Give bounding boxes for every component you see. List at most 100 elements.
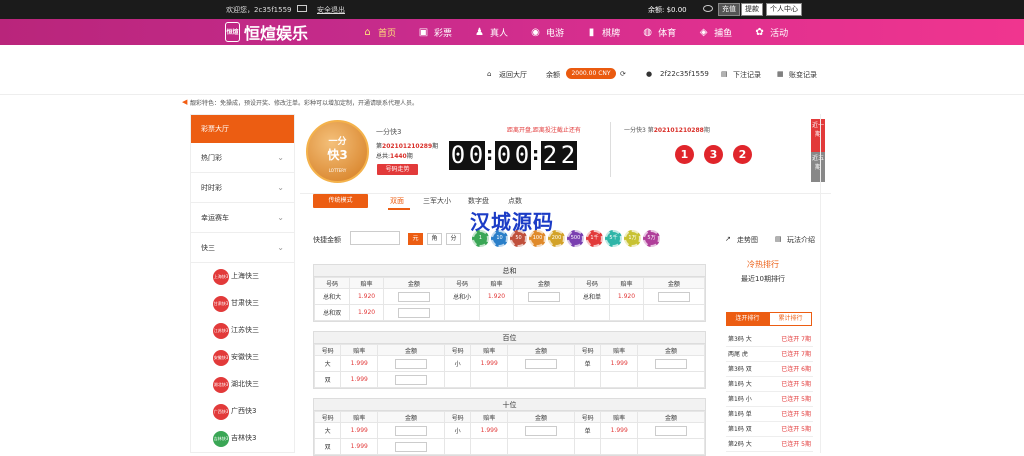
sidebar-sub-item[interactable]: 吉林快3 吉林快3 — [191, 425, 294, 452]
lottery-badge-icon: 安徽快3 — [213, 350, 229, 366]
ranking-streak: 已连开 7期 — [781, 351, 811, 358]
empty-cell — [512, 304, 575, 321]
trend-chart-icon[interactable]: ↗ — [725, 235, 731, 243]
traditional-mode-button[interactable]: 传统模式 — [313, 194, 368, 208]
bet-amount-cell — [637, 422, 705, 439]
mail-icon[interactable] — [297, 5, 307, 12]
brand-logo[interactable]: 恒煊 恒煊娱乐 — [225, 21, 308, 43]
bet-amount-input[interactable] — [655, 358, 688, 369]
nav-item-3[interactable]: ◉ 电游 — [530, 19, 564, 45]
bet-amount-input[interactable] — [525, 358, 558, 369]
column-header: 赔率 — [600, 411, 639, 423]
bet-amount-input[interactable] — [525, 425, 558, 436]
bet-records-link[interactable]: 下注记录 — [733, 70, 761, 80]
ball-icon: ◍ — [643, 26, 652, 38]
sidebar-category[interactable]: 快三 ⌄ — [191, 233, 294, 263]
nav-item-1[interactable]: ▣ 彩票 — [418, 19, 452, 45]
rules-link[interactable]: 玩法介绍 — [787, 235, 815, 245]
nav-item-5[interactable]: ◍ 体育 — [642, 19, 676, 45]
balance-amount: 2000.00 CNY — [566, 68, 616, 79]
bet-chip[interactable]: 5千 — [605, 230, 622, 247]
bet-amount-input[interactable] — [395, 425, 428, 436]
nav-item-0[interactable]: ⌂ 首页 — [362, 19, 396, 45]
bet-amount-input[interactable] — [397, 291, 430, 302]
ranking-row: 第1码 双 已连开 5期 — [726, 422, 813, 437]
sidebar-sub-item[interactable]: 甘肃快3 甘肃快三 — [191, 290, 294, 317]
refresh-icon[interactable]: ⟳ — [620, 70, 626, 78]
countdown-colon: : — [486, 144, 494, 165]
bet-amount-input[interactable] — [527, 291, 560, 302]
nav-item-2[interactable]: ♟ 真人 — [474, 19, 508, 45]
account-icon: ▦ — [777, 70, 784, 78]
number-trend-button[interactable]: 号码走势 — [377, 164, 418, 175]
bet-chip[interactable]: 500 — [567, 230, 584, 247]
ranking-tab[interactable]: 连开排行 — [726, 312, 769, 326]
bet-amount-input[interactable] — [657, 291, 690, 302]
gamepad-icon: ◉ — [531, 26, 540, 38]
bet-amount-cell — [507, 422, 575, 439]
prev-label: 一分快3 第 — [624, 127, 654, 134]
bet-chip[interactable]: 1万 — [624, 230, 641, 247]
bet-chip[interactable]: 10 — [491, 230, 508, 247]
bet-amount-input[interactable] — [397, 307, 430, 318]
bet-row: 双 1.999 — [313, 438, 705, 455]
bet-chip[interactable]: 50 — [510, 230, 527, 247]
sidebar-category-label: 幸运赛车 — [201, 214, 229, 222]
play-tab[interactable]: 三军大小 — [423, 196, 451, 206]
sidebar-sub-item[interactable]: 安徽快3 安徽快三 — [191, 344, 294, 371]
divider — [610, 122, 611, 177]
ranking-tab[interactable]: 累计排行 — [769, 312, 812, 326]
bet-amount-input[interactable] — [655, 425, 688, 436]
rules-icon[interactable]: ▤ — [775, 235, 782, 243]
sidebar-sub-item[interactable]: 江苏快3 江苏快三 — [191, 317, 294, 344]
sidebar-sub-item[interactable]: 广西快3 广西快3 — [191, 398, 294, 425]
bet-amount-input[interactable] — [395, 374, 428, 385]
bet-chip[interactable]: 200 — [548, 230, 565, 247]
quick-amount-input[interactable] — [350, 231, 400, 245]
ranking-row: 第3码 双 已连开 6期 — [726, 362, 813, 377]
bet-chip[interactable]: 1 — [472, 230, 489, 247]
column-header: 号码 — [313, 411, 342, 423]
issue-line: 第202101210289期 — [376, 141, 438, 150]
empty-cell — [637, 438, 705, 455]
bet-chip[interactable]: 5万 — [643, 230, 660, 247]
tab-last-five[interactable]: 近五期 — [811, 152, 825, 182]
unit-toggle[interactable]: 角 — [427, 233, 442, 245]
play-tab[interactable]: 点数 — [508, 196, 522, 206]
empty-cell — [642, 304, 706, 321]
sidebar-category[interactable]: 热门彩 ⌄ — [191, 143, 294, 173]
sidebar-category[interactable]: 幸运赛车 ⌄ — [191, 203, 294, 233]
nav-item-6[interactable]: ◈ 捕鱼 — [698, 19, 732, 45]
eye-icon[interactable] — [703, 5, 713, 12]
unit-toggle[interactable]: 分 — [446, 233, 461, 245]
empty-cell — [443, 304, 481, 321]
sidebar-sub-label: 广西快3 — [231, 407, 257, 415]
bet-odds: 1.920 — [349, 288, 384, 305]
sidebar-category[interactable]: 时时彩 ⌄ — [191, 173, 294, 203]
sidebar-header[interactable]: 彩票大厅 — [191, 115, 294, 143]
back-to-lobby-link[interactable]: 返回大厅 — [499, 70, 527, 80]
sidebar-sub-item[interactable]: 湖北快3 湖北快三 — [191, 371, 294, 398]
bet-chip[interactable]: 1千 — [586, 230, 603, 247]
ranking-streak: 已连开 6期 — [781, 366, 811, 373]
account-records-link[interactable]: 账变记录 — [789, 70, 817, 80]
bet-chip[interactable]: 100 — [529, 230, 546, 247]
prev-suffix: 期 — [703, 127, 710, 134]
column-header: 号码 — [573, 344, 602, 356]
tab-last-one[interactable]: 近一期 — [811, 119, 825, 152]
play-tab[interactable]: 数字盘 — [468, 196, 489, 206]
sidebar-sub-item[interactable]: 上海快3 上海快三 — [191, 263, 294, 290]
charge-button[interactable]: 充值 — [718, 3, 740, 16]
bet-amount-input[interactable] — [395, 358, 428, 369]
personal-center-button[interactable]: 个人中心 — [766, 3, 802, 16]
trend-chart-link[interactable]: 走势图 — [737, 235, 758, 245]
withdraw-button[interactable]: 提款 — [741, 3, 763, 16]
bet-odds: 1.920 — [609, 288, 644, 305]
nav-item-label: 活动 — [770, 28, 789, 39]
unit-toggle[interactable]: 元 — [408, 233, 423, 245]
logout-link[interactable]: 安全退出 — [317, 5, 345, 15]
bet-amount-input[interactable] — [395, 441, 428, 452]
play-tab[interactable]: 双面 — [390, 196, 404, 206]
nav-item-7[interactable]: ✿ 活动 — [754, 19, 788, 45]
nav-item-4[interactable]: ▮ 棋牌 — [586, 19, 620, 45]
